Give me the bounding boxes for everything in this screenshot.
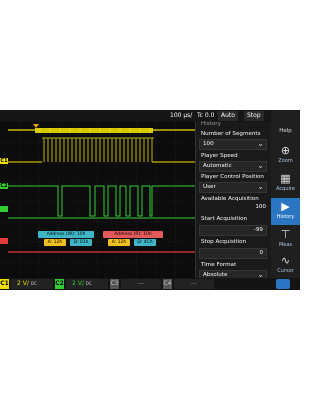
rs-logo-icon [276, 279, 290, 289]
decode-data-w2[interactable]: D: 01h [70, 239, 92, 246]
ch2-scale: 2 V/ [72, 280, 84, 287]
history-panel: History Number of Segments 100 ⌄ Player … [195, 121, 272, 282]
measure-icon: ⊤ [280, 228, 291, 241]
run-stop-button[interactable]: Stop [244, 111, 264, 121]
zoom-icon: ⊕ [280, 144, 291, 157]
history-label: History [276, 214, 295, 220]
start-acquisition-label: Start Acquisition [201, 216, 248, 222]
timebase-readout[interactable]: 100 µs/ [170, 111, 192, 121]
ch1-label[interactable]: C1 [0, 279, 9, 289]
decode-data-w1[interactable]: A: 12h [44, 239, 66, 246]
chevron-down-icon: ⌄ [257, 182, 264, 191]
waveform-grid [0, 122, 195, 282]
ch4-label[interactable]: C4 [163, 279, 172, 289]
stop-acquisition-value: 0 [259, 250, 263, 256]
meas-button[interactable]: ⊤ Meas [271, 226, 300, 253]
ch3-label[interactable]: C3 [110, 279, 119, 289]
decode-data-r2[interactable]: D: 4Ch [134, 239, 156, 246]
control-position-select[interactable]: User ⌄ [199, 182, 267, 193]
ch1-coupling: DC [30, 281, 37, 286]
panel-title-cut: History [201, 121, 221, 127]
acquire-icon: ▦ [280, 172, 291, 185]
ch1-scale: 2 V/ [17, 280, 29, 287]
ch3-value[interactable]: --- [121, 279, 161, 289]
player-speed-label: Player Speed [201, 153, 238, 159]
cursor-button[interactable]: ∿ Cursor [271, 252, 300, 279]
ch1-overview-trace [8, 128, 195, 133]
help-label: Help [279, 128, 292, 134]
segments-label: Number of Segments [201, 131, 261, 137]
ch4-value[interactable]: --- [174, 279, 214, 289]
decode-data-r1[interactable]: A: 12h [108, 239, 130, 246]
time-format-label: Time Format [201, 262, 237, 268]
start-acquisition-value: -99 [253, 227, 263, 233]
right-toolbar: Help ⊕ Zoom ▦ Acquire ▶ History ⊤ Meas ∿… [271, 110, 300, 282]
oscilloscope-screen: 100 µs/ Tc 0.0 ↑ Auto Stop 2016-02-15 12… [0, 110, 300, 290]
control-position-label: Player Control Position [201, 174, 264, 180]
status-bar: 100 µs/ Tc 0.0 ↑ Auto Stop 2016-02-15 12… [0, 110, 300, 122]
cursor-icon: ∿ [280, 254, 291, 267]
chevron-down-icon: ⌄ [257, 161, 264, 170]
ch2-coupling: DC [85, 281, 92, 286]
chevron-down-icon: ⌄ [257, 139, 264, 148]
available-value: 100 [255, 204, 266, 210]
player-speed-value: Automatic [203, 163, 232, 169]
channel-bar: C1 2 V/ DC C2 2 V/ DC C3 --- C4 --- [0, 278, 300, 290]
cursor-label: Cursor [277, 268, 294, 274]
play-icon: ▶ [281, 200, 290, 213]
ch2-level-marker[interactable] [0, 206, 8, 212]
stop-acquisition-label: Stop Acquisition [201, 239, 247, 245]
segments-value: 100 [203, 141, 214, 147]
ch1-marker[interactable]: C1 [0, 158, 8, 164]
help-button[interactable]: Help [271, 122, 300, 140]
ch2-marker[interactable]: C2 [0, 183, 8, 189]
decode-address-write[interactable]: Address (W): 10h [38, 231, 94, 238]
acquire-button[interactable]: ▦ Acquire [271, 170, 300, 197]
history-button[interactable]: ▶ History [271, 198, 300, 225]
zoom-label: Zoom [278, 158, 293, 164]
acquire-label: Acquire [276, 186, 295, 192]
available-label: Available Acquisition [201, 196, 259, 202]
player-speed-select[interactable]: Automatic ⌄ [199, 161, 267, 172]
control-position-value: User [203, 184, 216, 190]
ch2-trace [8, 185, 195, 217]
bus-marker[interactable] [0, 238, 8, 244]
trigger-mode-button[interactable]: Auto [218, 111, 238, 121]
decode-address-read[interactable]: Address (R): 10h [103, 231, 163, 238]
trigger-position-marker[interactable] [33, 124, 39, 128]
stop-acquisition-field[interactable]: 0 [199, 248, 267, 259]
meas-label: Meas [278, 242, 293, 248]
segments-field[interactable]: 100 ⌄ [199, 139, 267, 150]
ch2-scale-button[interactable]: 2 V/ DC [66, 279, 108, 289]
ch1-trace [8, 137, 195, 163]
start-acquisition-field[interactable]: -99 [199, 225, 267, 236]
zoom-button[interactable]: ⊕ Zoom [271, 142, 300, 169]
ch1-scale-button[interactable]: 2 V/ DC [11, 279, 53, 289]
ch2-label[interactable]: C2 [55, 279, 64, 289]
